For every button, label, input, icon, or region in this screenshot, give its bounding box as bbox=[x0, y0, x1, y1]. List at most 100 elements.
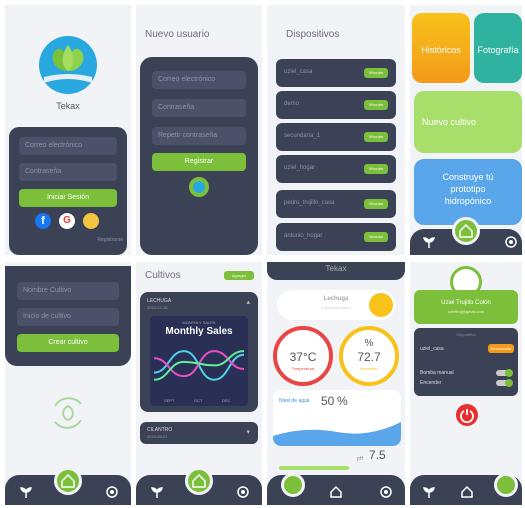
plant-icon[interactable] bbox=[150, 485, 164, 499]
settings-button[interactable] bbox=[494, 473, 518, 497]
repeat-password-field[interactable]: Repetir contraseña bbox=[152, 127, 246, 145]
device-name: uziel_casa bbox=[420, 346, 444, 352]
crop-date: 2024-04-18 bbox=[147, 305, 168, 310]
tile-label: Nuevo cultivo bbox=[422, 117, 477, 127]
on-toggle[interactable] bbox=[496, 379, 513, 387]
link-button[interactable]: Vincular bbox=[364, 164, 388, 174]
plant-icon[interactable] bbox=[19, 485, 33, 499]
crop-name-field[interactable]: Nombre Cultivo bbox=[17, 282, 119, 300]
create-crop-button[interactable]: Crear cultivo bbox=[17, 334, 119, 352]
water-level-card: Nivel de agua 50 % bbox=[273, 390, 401, 446]
historicos-tile[interactable]: Históricos bbox=[412, 13, 470, 83]
bottom-nav bbox=[410, 217, 522, 255]
humidity-value: 72.7 bbox=[357, 350, 381, 364]
device-row[interactable]: uziel_casa Vincular bbox=[276, 59, 396, 87]
device-name: pedro_trujillo_casa bbox=[284, 200, 335, 206]
new-user-screen: Nuevo usuario Correo electrónico Contras… bbox=[136, 5, 262, 255]
email-field[interactable]: Correo electrónico bbox=[152, 71, 246, 89]
chart-caption: MONTHLY SALES bbox=[182, 320, 216, 325]
device-row[interactable]: uziel_hogar Vincular bbox=[276, 155, 396, 183]
bottom-nav bbox=[410, 473, 522, 505]
tile-label: Históricos bbox=[421, 45, 461, 55]
water-wave bbox=[273, 422, 401, 446]
device-row[interactable]: demo Vincular bbox=[276, 91, 396, 119]
unlink-button[interactable]: Desvincular bbox=[488, 344, 514, 353]
create-crop-screen: Nombre Cultivo Inicio de cultivo Crear c… bbox=[5, 262, 131, 505]
crop-form-card: Nombre Cultivo Inicio de cultivo Crear c… bbox=[5, 266, 131, 366]
home-icon[interactable] bbox=[329, 485, 343, 499]
home-icon[interactable] bbox=[460, 485, 474, 499]
device-row[interactable]: pedro_trujillo_casa Vincular bbox=[276, 190, 396, 218]
crop-card[interactable]: CILANTRO 2024-05-01 ▾ bbox=[140, 422, 258, 444]
temperature-label: Temperatura bbox=[291, 366, 315, 371]
chevron-up-icon[interactable]: ▴ bbox=[246, 298, 250, 306]
power-button[interactable] bbox=[456, 404, 478, 426]
crop-header-card: Lechuga 0 días de cultivo bbox=[277, 290, 395, 320]
login-button[interactable]: Iniciar Sesión bbox=[19, 189, 117, 207]
link-button[interactable]: Vincular bbox=[364, 68, 388, 78]
home-icon bbox=[61, 473, 75, 488]
menu-screen: Históricos Fotografía Nuevo cultivo Cons… bbox=[410, 5, 522, 255]
register-link[interactable]: Registrarse bbox=[97, 237, 123, 243]
google-icon[interactable]: G bbox=[59, 213, 75, 229]
toggle-knob bbox=[505, 379, 513, 387]
crop-start-field[interactable]: Inicio de cultivo bbox=[17, 308, 119, 326]
sales-chart: MONTHLY SALES Monthly Sales SEPT OCT DEC bbox=[150, 316, 248, 406]
email-field[interactable]: Correo electrónico bbox=[19, 137, 117, 155]
nuevo-cultivo-tile[interactable]: Nuevo cultivo bbox=[414, 91, 522, 153]
home-button[interactable] bbox=[452, 217, 480, 245]
bottom-nav bbox=[5, 467, 131, 505]
link-button[interactable]: Vincular bbox=[364, 132, 388, 142]
chart-title: Monthly Sales bbox=[165, 326, 233, 337]
link-button[interactable]: Vincular bbox=[364, 199, 388, 209]
humidity-label: Humedad bbox=[360, 366, 378, 371]
x-tick-1: SEPT bbox=[164, 398, 175, 403]
crop-card[interactable]: LECHUGA 2024-04-18 ▴ MONTHLY SALES Month… bbox=[140, 292, 258, 412]
add-crop-button[interactable]: Agregar bbox=[224, 271, 254, 280]
construye-tile[interactable]: Construye tú prototipo hidropónico bbox=[414, 159, 522, 225]
fotografia-tile[interactable]: Fotografía bbox=[474, 13, 522, 83]
profile-card: Uziel Trujillo Colón uzieltruj@gmail.com bbox=[414, 290, 518, 324]
home-icon bbox=[192, 473, 206, 488]
on-label: Encender bbox=[420, 380, 442, 386]
password-field[interactable]: Contraseña bbox=[19, 163, 117, 181]
device-row[interactable]: secundaria_1 Vincular bbox=[276, 123, 396, 151]
app-name: Tekax bbox=[325, 264, 347, 273]
logo-small bbox=[189, 177, 209, 197]
home-button[interactable] bbox=[54, 467, 82, 495]
plant-icon[interactable] bbox=[422, 235, 436, 249]
device-name: secundaria_1 bbox=[284, 133, 321, 139]
profile-screen: Uziel Trujillo Colón uzieltruj@gmail.com… bbox=[410, 262, 522, 505]
chevron-down-icon[interactable]: ▾ bbox=[246, 428, 250, 436]
pump-label: Bomba manual bbox=[420, 370, 454, 376]
gear-icon[interactable] bbox=[379, 485, 393, 499]
facebook-icon[interactable]: f bbox=[35, 213, 51, 229]
page-title: Nuevo usuario bbox=[145, 29, 210, 40]
gear-icon[interactable] bbox=[504, 235, 518, 249]
register-button[interactable]: Registrar bbox=[152, 153, 246, 171]
device-name: uziel_hogar bbox=[284, 165, 316, 171]
login-card: Correo electrónico Contraseña Iniciar Se… bbox=[9, 127, 127, 255]
link-button[interactable]: Vincular bbox=[364, 232, 388, 242]
pump-toggle[interactable] bbox=[496, 369, 513, 377]
chart-svg bbox=[154, 350, 244, 381]
link-button[interactable]: Vincular bbox=[364, 100, 388, 110]
dashboard-header: Tekax bbox=[267, 262, 405, 280]
plant-icon[interactable] bbox=[422, 485, 436, 499]
device-name: antonio_hogar bbox=[284, 233, 323, 239]
github-icon[interactable] bbox=[83, 213, 99, 229]
crop-name: LECHUGA bbox=[147, 298, 172, 304]
plant-button[interactable] bbox=[281, 473, 305, 497]
home-button[interactable] bbox=[185, 467, 213, 495]
humidity-gauge: % 72.7 Humedad bbox=[339, 326, 399, 386]
gear-icon[interactable] bbox=[105, 485, 119, 499]
gear-icon[interactable] bbox=[236, 485, 250, 499]
password-field[interactable]: Contraseña bbox=[152, 99, 246, 117]
register-card: Correo electrónico Contraseña Repetir co… bbox=[140, 57, 258, 255]
page-title: Cultivos bbox=[145, 270, 181, 281]
water-value: 50 bbox=[321, 394, 335, 408]
ph-progress bbox=[279, 466, 349, 470]
water-label: Nivel de agua bbox=[279, 398, 310, 404]
crop-date: 2024-05-01 bbox=[147, 434, 168, 439]
device-row[interactable]: antonio_hogar Vincular bbox=[276, 223, 396, 251]
